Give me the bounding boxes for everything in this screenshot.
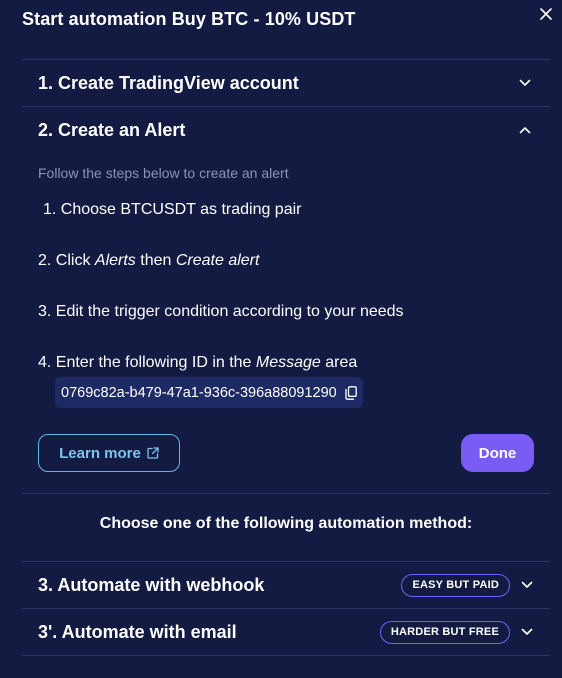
section-email-header[interactable]: 3'. Automate with email HARDER BUT FREE	[22, 609, 550, 655]
section-create-alert-header[interactable]: 2. Create an Alert	[22, 107, 550, 153]
alert-step-3: 3. Edit the trigger condition according …	[38, 303, 404, 320]
section-create-account-label: 1. Create TradingView account	[38, 72, 299, 93]
copy-icon[interactable]	[345, 385, 357, 400]
section-webhook-header[interactable]: 3. Automate with webhook EASY BUT PAID	[22, 562, 550, 608]
learn-more-button[interactable]: Learn more	[38, 434, 180, 472]
alert-step-2: 2. Click Alerts then Create alert	[38, 252, 259, 270]
section-email-label: 3'. Automate with email	[38, 621, 237, 642]
divider	[22, 493, 550, 494]
learn-more-label: Learn more	[59, 444, 141, 462]
webhook-badge: EASY BUT PAID	[401, 573, 510, 597]
modal-title: Start automation Buy BTC - 10% USDT	[22, 9, 356, 29]
alert-subtitle: Follow the steps below to create an aler…	[38, 165, 289, 181]
chevron-down-icon	[520, 625, 534, 639]
alert-step-2-alerts: Alerts	[94, 252, 136, 269]
chevron-down-icon	[518, 76, 532, 90]
section-webhook-label: 3. Automate with webhook	[38, 574, 265, 595]
alert-step-4: 4. Enter the following ID in the Message…	[38, 354, 357, 372]
close-icon	[540, 8, 552, 20]
chevron-down-icon	[520, 578, 534, 592]
automation-method-title: Choose one of the following automation m…	[99, 515, 473, 532]
alert-step-4-suffix: area	[320, 354, 358, 371]
alert-step-2-create-alert: Create alert	[175, 252, 260, 269]
chevron-up-icon	[518, 123, 532, 137]
email-badge: HARDER BUT FREE	[379, 620, 510, 644]
done-button[interactable]: Done	[461, 434, 534, 472]
alert-id-value: 0769c82a-b479-47a1-936c-396a88091290	[61, 384, 337, 401]
alert-step-4-prefix: 4. Enter the following ID in the	[38, 354, 256, 371]
alert-step-2-mid: then	[135, 252, 176, 269]
alert-id-copy-chip[interactable]: 0769c82a-b479-47a1-936c-396a88091290	[55, 377, 363, 408]
divider	[22, 655, 550, 656]
close-button[interactable]	[536, 4, 556, 24]
alert-step-1: 1. Choose BTCUSDT as trading pair	[43, 201, 302, 218]
section-create-alert-label: 2. Create an Alert	[38, 119, 186, 140]
alert-step-4-message: Message	[255, 354, 321, 371]
external-link-icon	[147, 447, 159, 459]
section-create-account-header[interactable]: 1. Create TradingView account	[22, 60, 550, 106]
automation-modal: Start automation Buy BTC - 10% USDT 1. C…	[0, 0, 562, 678]
alert-step-2-prefix: 2. Click	[38, 252, 95, 269]
